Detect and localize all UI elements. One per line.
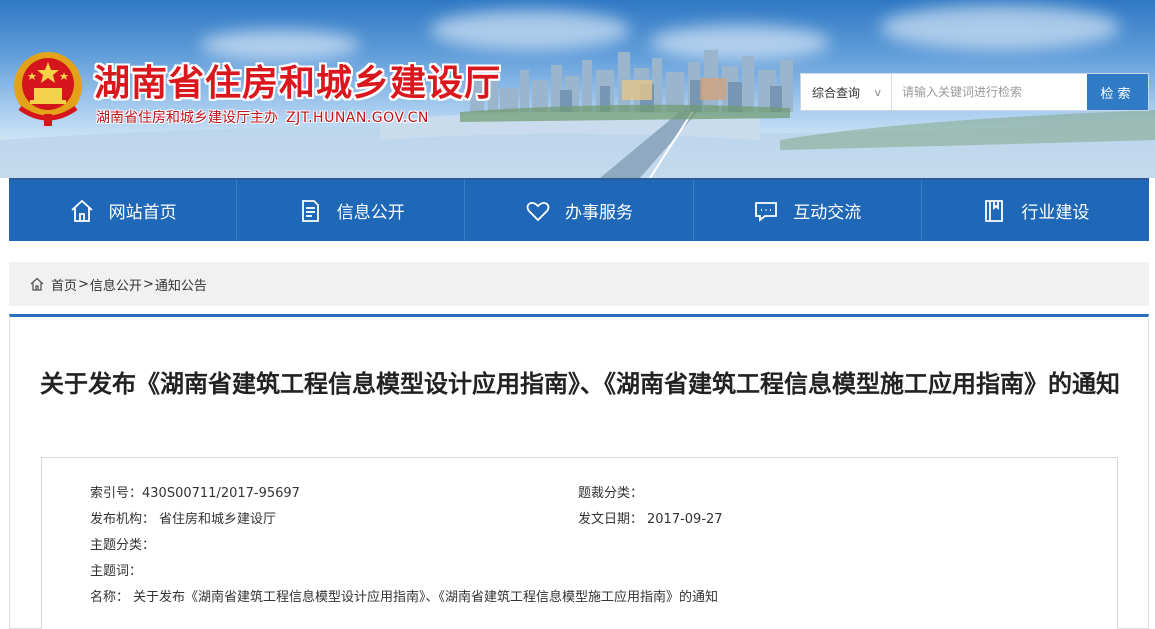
search-category-label: 综合查询 xyxy=(812,85,861,100)
breadcrumb-home-link[interactable]: 首页 xyxy=(51,275,77,294)
meta-date: 发文日期： 2017-09-27 xyxy=(578,508,723,527)
site-domain: ZJT.HUNAN.GOV.CN xyxy=(286,110,429,126)
national-emblem-icon xyxy=(14,52,82,126)
meta-name-label: 名称： xyxy=(90,590,130,605)
article-meta-box: 索引号：430S00711/2017-95697 题裁分类： 发布机构： 省住房和… xyxy=(41,457,1118,629)
nav-item-label: 信息公开 xyxy=(336,203,405,223)
home-icon xyxy=(70,199,93,222)
article-panel: 关于发布《湖南省建筑工程信息模型设计应用指南》、《湖南省建筑工程信息模型施工应用… xyxy=(9,314,1149,629)
breadcrumb-notice-link[interactable]: 通知公告 xyxy=(155,275,207,294)
meta-date-value: 2017-09-27 xyxy=(647,512,723,527)
meta-genre-label: 题裁分类： xyxy=(578,486,644,501)
search-input[interactable] xyxy=(892,74,1087,110)
site-subtitle: 湖南省住房和城乡建设厅主办 ZJT.HUNAN.GOV.CN xyxy=(96,107,429,127)
breadcrumb-info-link[interactable]: 信息公开 xyxy=(90,275,142,294)
book-icon xyxy=(985,199,1004,222)
nav-item-info[interactable]: 信息公开 xyxy=(237,180,466,241)
meta-name: 名称： 关于发布《湖南省建筑工程信息模型设计应用指南》、《湖南省建筑工程信息模型施… xyxy=(90,586,718,605)
document-icon xyxy=(301,199,319,222)
meta-name-value: 关于发布《湖南省建筑工程信息模型设计应用指南》、《湖南省建筑工程信息模型施工应用… xyxy=(133,590,719,605)
meta-index-value: 430S00711/2017-95697 xyxy=(142,486,300,501)
meta-topic-label: 主题分类： xyxy=(90,538,156,553)
meta-index: 索引号：430S00711/2017-95697 xyxy=(90,482,300,501)
meta-issuer-label: 发布机构： xyxy=(90,512,156,527)
main-nav: 网站首页 信息公开 办事服务 互动交流 行业建设 xyxy=(9,178,1149,241)
search-button[interactable]: 检索 xyxy=(1087,74,1148,110)
nav-item-industry[interactable]: 行业建设 xyxy=(922,180,1149,241)
breadcrumb: 首页 > 信息公开 > 通知公告 xyxy=(9,262,1149,306)
breadcrumb-separator: > xyxy=(142,276,154,292)
search-category-select[interactable]: 综合查询 v xyxy=(801,74,892,110)
meta-keywords: 主题词： xyxy=(90,560,142,579)
meta-topic: 主题分类： xyxy=(90,534,155,553)
nav-item-services[interactable]: 办事服务 xyxy=(465,180,694,241)
heart-icon xyxy=(526,201,550,221)
meta-index-label: 索引号： xyxy=(90,486,143,501)
chat-icon xyxy=(755,201,778,222)
meta-issuer: 发布机构： 省住房和城乡建设厅 xyxy=(90,508,276,527)
nav-item-label: 网站首页 xyxy=(108,203,177,223)
meta-issuer-value: 省住房和城乡建设厅 xyxy=(159,512,277,527)
subtitle-text: 湖南省住房和城乡建设厅主办 xyxy=(96,110,278,126)
home-icon xyxy=(30,277,44,291)
meta-keywords-label: 主题词： xyxy=(90,564,143,579)
nav-item-home[interactable]: 网站首页 xyxy=(9,180,238,241)
header-banner: 湖南省住房和城乡建设厅 湖南省住房和城乡建设厅主办 ZJT.HUNAN.GOV.C… xyxy=(0,0,1155,178)
search-box: 综合查询 v 检索 xyxy=(800,73,1149,111)
breadcrumb-separator: > xyxy=(78,276,89,292)
nav-item-interaction[interactable]: 互动交流 xyxy=(694,180,922,241)
meta-date-label: 发文日期： xyxy=(578,512,644,527)
site-title: 湖南省住房和城乡建设厅 xyxy=(94,63,502,104)
nav-item-label: 互动交流 xyxy=(793,203,862,223)
chevron-down-icon: v xyxy=(874,85,881,99)
nav-item-label: 行业建设 xyxy=(1021,203,1090,223)
meta-genre: 题裁分类： xyxy=(578,482,643,501)
article-title: 关于发布《湖南省建筑工程信息模型设计应用指南》、《湖南省建筑工程信息模型施工应用… xyxy=(40,370,1120,398)
nav-item-label: 办事服务 xyxy=(565,203,633,223)
